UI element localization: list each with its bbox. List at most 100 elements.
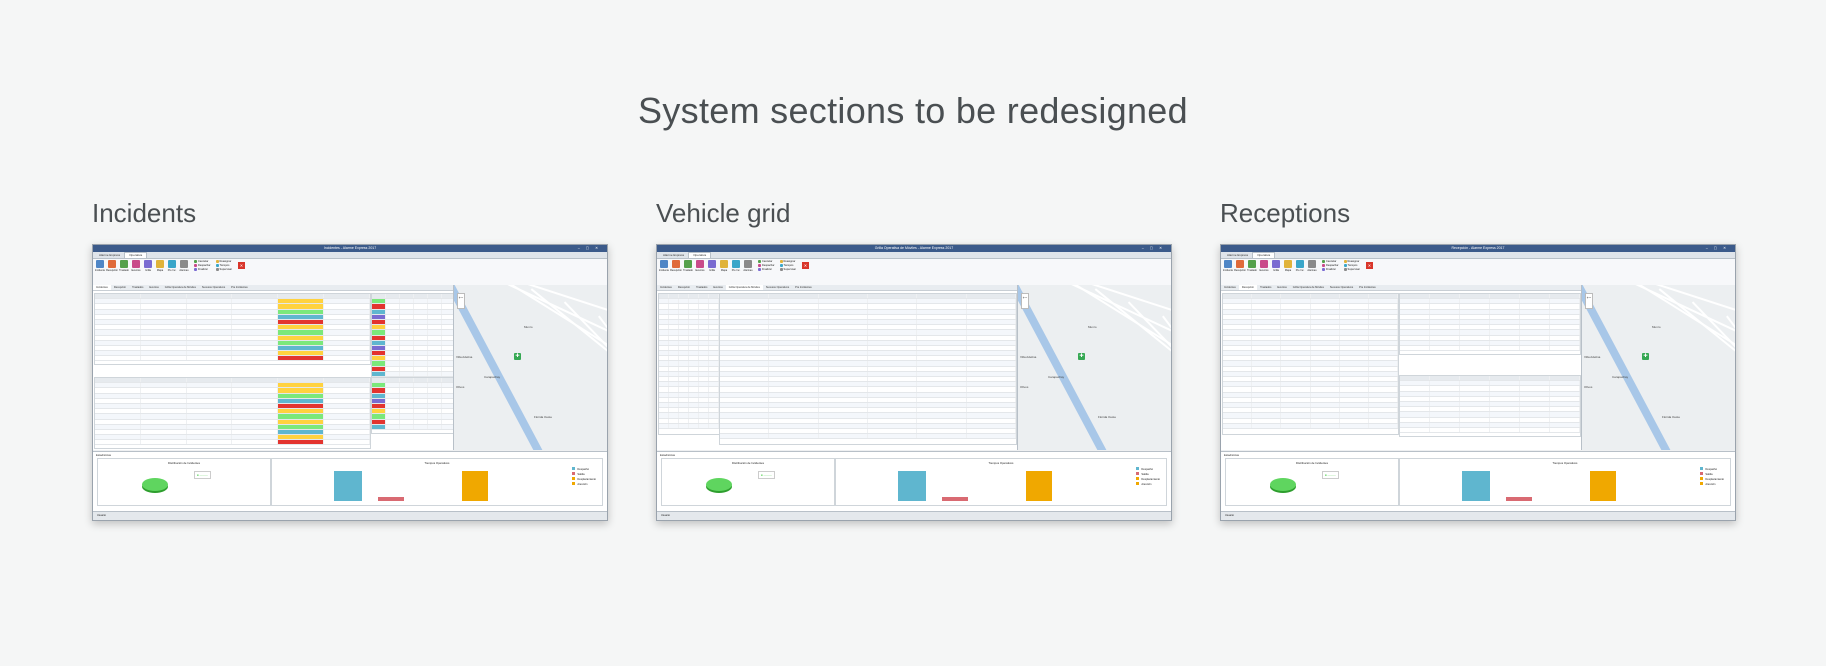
ribbon-action[interactable]: Supervisar bbox=[779, 268, 796, 271]
ribbon-button[interactable]: Incidente bbox=[659, 260, 669, 284]
zoom-control[interactable]: +− bbox=[457, 293, 465, 309]
ribbon-button[interactable]: Grilla bbox=[707, 260, 717, 284]
ribbon-button[interactable]: Traslado bbox=[683, 260, 693, 284]
menu-tab[interactable]: Operativa bbox=[124, 252, 148, 258]
ribbon-button[interactable]: Mapa bbox=[1283, 260, 1293, 284]
ribbon-button[interactable]: Pre Inc. bbox=[1295, 260, 1305, 284]
menu-tab[interactable]: Operativa bbox=[1252, 252, 1276, 258]
data-grid[interactable] bbox=[1399, 293, 1581, 355]
ribbon-action[interactable]: Despachar bbox=[1322, 264, 1339, 267]
ribbon-button[interactable]: Alarmas bbox=[1307, 260, 1317, 284]
data-grid[interactable] bbox=[719, 293, 1017, 445]
ribbon-button[interactable]: Traslado bbox=[119, 260, 129, 284]
window-controls[interactable]: –▢✕ bbox=[1706, 245, 1732, 252]
ribbon-button[interactable]: Eventos bbox=[695, 260, 705, 284]
pane-tab[interactable]: Traslados bbox=[1257, 285, 1274, 290]
ribbon-button[interactable]: Recepción bbox=[670, 260, 682, 284]
ribbon-action[interactable]: Reasignar bbox=[215, 260, 232, 263]
pane-tab[interactable]: Eventos bbox=[146, 285, 161, 290]
pane-tab[interactable]: Incidentes bbox=[1221, 285, 1239, 290]
ribbon-action[interactable]: Despachar bbox=[194, 264, 211, 267]
data-grid[interactable] bbox=[1222, 293, 1399, 435]
ribbon-action[interactable]: Supervisar bbox=[1343, 268, 1360, 271]
data-grid[interactable] bbox=[371, 377, 453, 434]
close-panel-icon[interactable]: ✕ bbox=[237, 262, 245, 269]
zoom-control[interactable]: +− bbox=[1021, 293, 1029, 309]
close-panel-icon[interactable]: ✕ bbox=[801, 262, 809, 269]
data-grid[interactable] bbox=[94, 377, 371, 449]
pane-tab[interactable]: Grilla Operativa de Móviles bbox=[162, 285, 199, 290]
ribbon-action[interactable]: Finalizar bbox=[1322, 268, 1339, 271]
table-row[interactable] bbox=[1400, 345, 1580, 352]
map-marker-icon[interactable]: ✚ bbox=[1642, 353, 1649, 360]
ribbon-button[interactable]: Incidente bbox=[95, 260, 105, 284]
ribbon-button[interactable]: Recepción bbox=[1234, 260, 1246, 284]
ribbon-button[interactable]: Alarmas bbox=[743, 260, 753, 284]
data-grid[interactable] bbox=[658, 293, 720, 435]
ribbon-button[interactable]: Incidente bbox=[1223, 260, 1233, 284]
pane-tab[interactable]: Grilla Operativa de Móviles bbox=[725, 285, 763, 290]
pane-tab[interactable]: Sucesos Operativos bbox=[763, 285, 792, 290]
zoom-control[interactable]: +− bbox=[1585, 293, 1593, 309]
close-panel-icon[interactable]: ✕ bbox=[1365, 262, 1373, 269]
ribbon-button[interactable]: Grilla bbox=[143, 260, 153, 284]
ribbon-button[interactable]: Mapa bbox=[155, 260, 165, 284]
table-row[interactable] bbox=[1223, 423, 1399, 429]
pane-tab[interactable]: Sucesos Operativos bbox=[199, 285, 228, 290]
ribbon-action[interactable]: Cancelar bbox=[1322, 260, 1339, 263]
ribbon-action[interactable]: Despachar bbox=[758, 264, 775, 267]
pane-tab[interactable]: Pre Incidentes bbox=[1356, 285, 1379, 290]
pane-tab[interactable]: Grilla Operativa de Móviles bbox=[1290, 285, 1327, 290]
ribbon-action[interactable]: Reasignar bbox=[1343, 260, 1360, 263]
ribbon-button[interactable]: Recepción bbox=[106, 260, 118, 284]
ribbon-button[interactable]: Eventos bbox=[131, 260, 141, 284]
pane-tab[interactable]: Eventos bbox=[710, 285, 725, 290]
data-grid[interactable] bbox=[1399, 375, 1581, 437]
menu-tab[interactable]: Alarme Express bbox=[659, 253, 688, 258]
pane-tab[interactable]: Eventos bbox=[1274, 285, 1289, 290]
menu-tab[interactable]: Operativa bbox=[688, 252, 712, 258]
ribbon-action[interactable]: Cancelar bbox=[194, 260, 211, 263]
pane-tab[interactable]: Recepción bbox=[675, 285, 693, 290]
pane-tab[interactable]: Traslados bbox=[129, 285, 146, 290]
ribbon-button[interactable]: Traslado bbox=[1247, 260, 1257, 284]
ribbon-button[interactable]: Grilla bbox=[1271, 260, 1281, 284]
menu-tab[interactable]: Alarme Express bbox=[1223, 253, 1252, 258]
map-marker-icon[interactable]: ✚ bbox=[1078, 353, 1085, 360]
pane-tab[interactable]: Incidentes bbox=[93, 285, 111, 290]
ribbon-action[interactable]: Tiempos bbox=[215, 264, 232, 267]
map-marker-icon[interactable]: ✚ bbox=[514, 353, 521, 360]
table-row[interactable] bbox=[720, 434, 1016, 440]
pane-tab[interactable]: Traslados bbox=[693, 285, 710, 290]
ribbon-action[interactable]: Tiempos bbox=[1343, 264, 1360, 267]
ribbon-action[interactable]: Tiempos bbox=[779, 264, 796, 267]
window-controls[interactable]: –▢✕ bbox=[1142, 245, 1168, 252]
data-grid[interactable] bbox=[94, 293, 371, 365]
pane-tab[interactable]: Pre Incidentes bbox=[792, 285, 815, 290]
table-row[interactable] bbox=[1400, 427, 1580, 434]
window-controls[interactable]: –▢✕ bbox=[578, 245, 604, 252]
ribbon-action[interactable]: Finalizar bbox=[758, 268, 775, 271]
pane-tab[interactable]: Incidentes bbox=[657, 285, 675, 290]
map-view[interactable]: Villa Adelina Carapachay Munro Florida Oest… bbox=[1018, 285, 1171, 450]
map-view[interactable]: Villa Adelina Carapachay Munro Florida Oest… bbox=[1582, 285, 1735, 450]
ribbon-action[interactable]: Supervisar bbox=[215, 268, 232, 271]
ribbon-button[interactable]: Alarmas bbox=[179, 260, 189, 284]
ribbon-button[interactable]: Pre Inc. bbox=[167, 260, 177, 284]
ribbon-action[interactable]: Reasignar bbox=[779, 260, 796, 263]
pane-tab[interactable]: Recepción bbox=[1238, 285, 1258, 290]
menu-tab[interactable]: Alarme Express bbox=[95, 253, 124, 258]
table-row[interactable] bbox=[95, 440, 370, 446]
pane-tab[interactable]: Sucesos Operativos bbox=[1327, 285, 1356, 290]
ribbon-action[interactable]: Finalizar bbox=[194, 268, 211, 271]
table-row[interactable] bbox=[372, 424, 453, 430]
ribbon-action[interactable]: Cancelar bbox=[758, 260, 775, 263]
pane-tab[interactable]: Pre Incidentes bbox=[228, 285, 251, 290]
ribbon-button[interactable]: Eventos bbox=[1259, 260, 1269, 284]
ribbon-button[interactable]: Pre Inc. bbox=[731, 260, 741, 284]
pane-tab[interactable]: Recepción bbox=[111, 285, 129, 290]
ribbon-button[interactable]: Mapa bbox=[719, 260, 729, 284]
data-grid[interactable] bbox=[371, 293, 453, 379]
table-row[interactable] bbox=[95, 356, 370, 362]
table-row[interactable] bbox=[659, 423, 719, 429]
